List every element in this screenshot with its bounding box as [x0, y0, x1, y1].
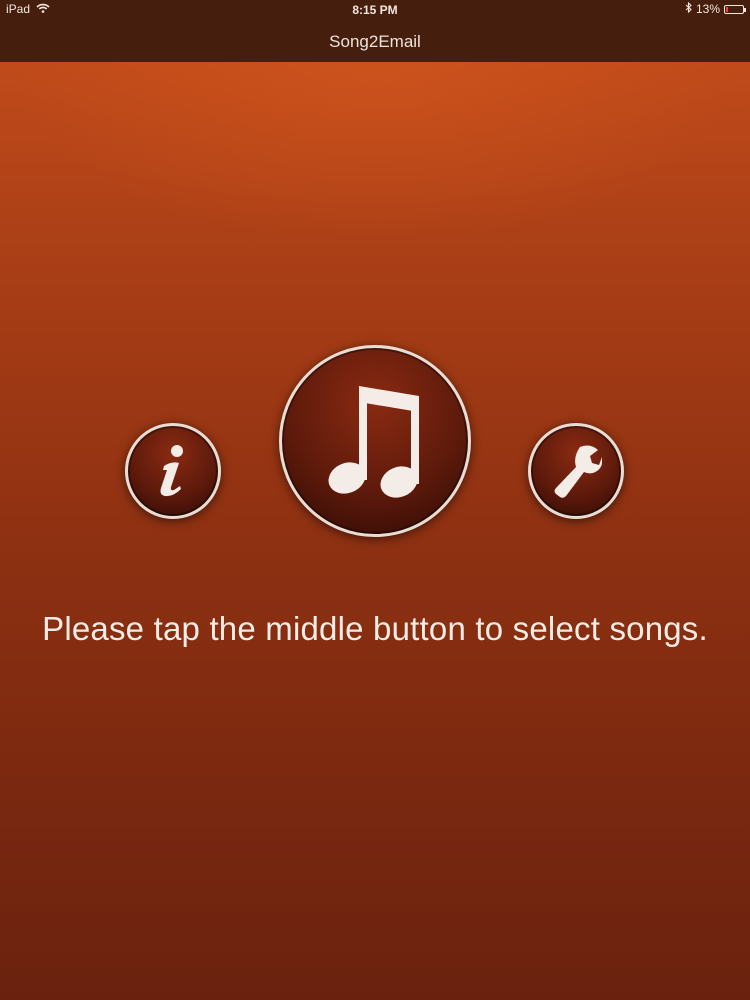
info-button[interactable] [125, 423, 221, 519]
bluetooth-icon [685, 1, 692, 16]
wrench-icon [550, 443, 602, 499]
top-bar: iPad 8:15 PM 13% Song2Email [0, 0, 750, 62]
battery-icon [724, 4, 746, 14]
select-songs-button[interactable] [279, 345, 471, 537]
info-icon [150, 442, 196, 500]
battery-fill [726, 6, 728, 12]
app-screen: iPad 8:15 PM 13% Song2Email Please tap t… [0, 0, 750, 1000]
music-note-icon [327, 382, 423, 500]
instruction-text: Please tap the middle button to select s… [42, 610, 708, 647]
status-time: 8:15 PM [352, 3, 398, 17]
battery-percent: 13% [695, 2, 720, 16]
main-area: Please tap the middle button to select s… [0, 62, 750, 1000]
settings-button[interactable] [528, 423, 624, 519]
status-right: 13% [685, 1, 746, 16]
nav-title: Song2Email [329, 32, 421, 51]
